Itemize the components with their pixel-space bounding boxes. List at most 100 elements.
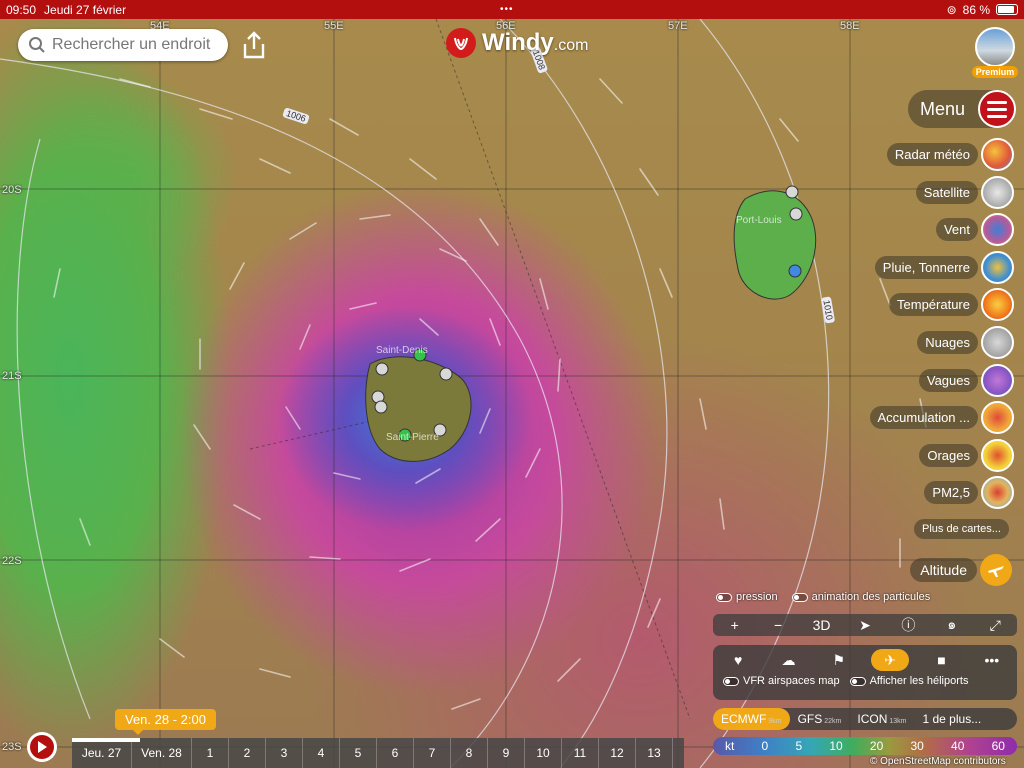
longitude-label: 58E xyxy=(840,20,860,32)
particles-toggle[interactable]: animation des particules xyxy=(791,591,930,603)
info-icon[interactable]: ⓘ xyxy=(893,615,923,635)
timeline-day[interactable]: 3 xyxy=(266,738,303,768)
rain-icon xyxy=(981,250,1014,284)
flag-icon[interactable]: ⚑ xyxy=(821,649,857,671)
accumulation-icon xyxy=(981,401,1014,435)
share-icon[interactable] xyxy=(240,30,268,60)
city-label[interactable]: Saint-Denis xyxy=(376,345,428,356)
toggle-switch-icon xyxy=(791,592,808,602)
zoom-in-button[interactable]: + xyxy=(720,617,750,633)
weather-icon[interactable]: ☁ xyxy=(770,649,806,671)
airplane-icon[interactable]: ✈ xyxy=(871,649,910,671)
vfr-toggle[interactable]: VFR airspaces map xyxy=(723,675,840,687)
3d-button[interactable]: 3D xyxy=(807,617,837,633)
model-ecmwf[interactable]: ECMWF 9km xyxy=(713,708,790,730)
model-gfs[interactable]: GFS 22km xyxy=(790,712,850,726)
menu-button[interactable]: Menu xyxy=(908,90,1016,128)
pm25-icon xyxy=(981,476,1014,510)
hurricane-icon[interactable]: ๑ xyxy=(937,614,967,636)
legend-value: 30 xyxy=(910,739,924,753)
radar-icon xyxy=(981,138,1014,171)
toggle-switch-icon xyxy=(723,676,739,686)
timeline-day[interactable]: 6 xyxy=(377,738,414,768)
layer-radar[interactable]: Radar météo xyxy=(886,138,1014,171)
zoom-out-button[interactable]: − xyxy=(763,617,793,633)
layer-wind[interactable]: Vent xyxy=(935,213,1014,247)
toggle-switch-icon xyxy=(716,592,732,602)
avatar[interactable] xyxy=(975,27,1015,67)
latitude-label: 20S xyxy=(2,184,22,196)
timeline-day[interactable]: 1 xyxy=(192,738,229,768)
legend-value: 20 xyxy=(869,739,884,753)
timeline-day[interactable]: 7 xyxy=(414,738,451,768)
legend-value: 0 xyxy=(761,739,769,753)
windy-logo-icon xyxy=(446,28,476,58)
altitude-button[interactable]: Altitude xyxy=(910,554,1012,586)
layer-accumulation[interactable]: Accumulation ... xyxy=(869,401,1014,435)
battery-percent: 86 % xyxy=(962,2,990,17)
timeline-day[interactable]: 8 xyxy=(451,738,488,768)
timeline-progress xyxy=(72,738,140,742)
layer-temperature[interactable]: Température xyxy=(889,288,1014,322)
heliports-toggle[interactable]: Afficher les héliports xyxy=(849,675,968,687)
city-label[interactable]: Saint-Pierre xyxy=(386,432,439,443)
timeline-day[interactable]: 13 xyxy=(636,738,673,768)
search-icon xyxy=(29,37,45,53)
wind-icon xyxy=(981,213,1014,247)
temperature-icon xyxy=(981,288,1014,322)
waves-icon xyxy=(981,363,1014,397)
legend-value: 40 xyxy=(951,739,965,753)
model-icon[interactable]: ICON 13km xyxy=(849,712,914,726)
longitude-label: 55E xyxy=(324,20,344,32)
timeline-day[interactable]: 9 xyxy=(488,738,525,768)
layer-satellite[interactable]: Satellite xyxy=(915,175,1014,209)
timeline-day[interactable]: 11 xyxy=(562,738,599,768)
latitude-label: 22S xyxy=(2,555,22,567)
favorites-icon[interactable]: ♥ xyxy=(720,649,756,671)
toggle-switch-icon xyxy=(849,676,866,686)
timeline-day[interactable]: 12 xyxy=(599,738,636,768)
timeline-day[interactable]: Jeu. 27 xyxy=(72,738,132,768)
search-input[interactable]: Rechercher un endroit xyxy=(18,29,228,61)
play-icon xyxy=(30,735,54,759)
city-label[interactable]: Port-Louis xyxy=(736,215,782,226)
tools-panel: ♥ ☁ ⚑ ✈ ■ ••• VFR airspaces map Afficher… xyxy=(713,645,1017,700)
timeline-day[interactable]: 5 xyxy=(340,738,377,768)
timeline-day[interactable]: Ven. 28 xyxy=(132,738,192,768)
timeline-day[interactable]: 2 xyxy=(229,738,266,768)
clouds-icon xyxy=(981,325,1014,359)
locate-icon[interactable]: ➤ xyxy=(850,617,880,634)
map-toggles: pression animation des particules xyxy=(716,591,930,603)
layer-waves[interactable]: Vagues xyxy=(918,363,1014,397)
model-selector: ECMWF 9km GFS 22km ICON 13km 1 de plus... xyxy=(713,708,1017,730)
layer-list: Radar météo Satellite Vent Pluie, Tonner… xyxy=(869,138,1014,514)
model-more[interactable]: 1 de plus... xyxy=(914,712,989,726)
screen-mirror-icon: ⊚ xyxy=(946,2,957,17)
pressure-toggle[interactable]: pression xyxy=(716,591,778,603)
windy-logo-text: Windy.com xyxy=(482,29,589,56)
webcam-icon[interactable]: ■ xyxy=(923,649,959,671)
layer-clouds[interactable]: Nuages xyxy=(917,325,1014,359)
longitude-label: 57E xyxy=(668,20,688,32)
airplane-icon xyxy=(980,554,1012,586)
layer-pm25[interactable]: PM2,5 xyxy=(924,476,1014,510)
play-button[interactable] xyxy=(27,732,57,762)
layer-storms[interactable]: Orages xyxy=(919,438,1014,472)
fullscreen-icon[interactable]: ⤢ xyxy=(980,617,1010,634)
premium-badge: Premium xyxy=(972,66,1018,78)
timeline[interactable]: Jeu. 27 Ven. 28 1 2 3 4 5 6 7 8 9 10 11 … xyxy=(72,738,684,768)
multitasking-dots-icon[interactable]: ••• xyxy=(500,4,514,15)
timeline-day[interactable]: 4 xyxy=(303,738,340,768)
status-time: 09:50 xyxy=(6,2,37,17)
timeline-current-time[interactable]: Ven. 28 - 2:00 xyxy=(115,709,216,735)
more-icon[interactable]: ••• xyxy=(974,649,1010,671)
attribution[interactable]: © OpenStreetMap contributors xyxy=(870,756,1006,767)
status-date: Jeudi 27 février xyxy=(44,2,127,17)
windy-logo[interactable]: Windy.com xyxy=(446,28,588,58)
wind-legend[interactable]: kt 0 5 10 20 30 40 60 xyxy=(713,737,1017,755)
layer-rain[interactable]: Pluie, Tonnerre xyxy=(874,250,1014,284)
status-bar: 09:50 Jeudi 27 février ••• ⊚ 86 % xyxy=(0,0,1024,19)
timeline-day[interactable]: 10 xyxy=(525,738,562,768)
more-maps-button[interactable]: Plus de cartes... xyxy=(914,519,1009,539)
legend-value: 10 xyxy=(829,739,843,753)
